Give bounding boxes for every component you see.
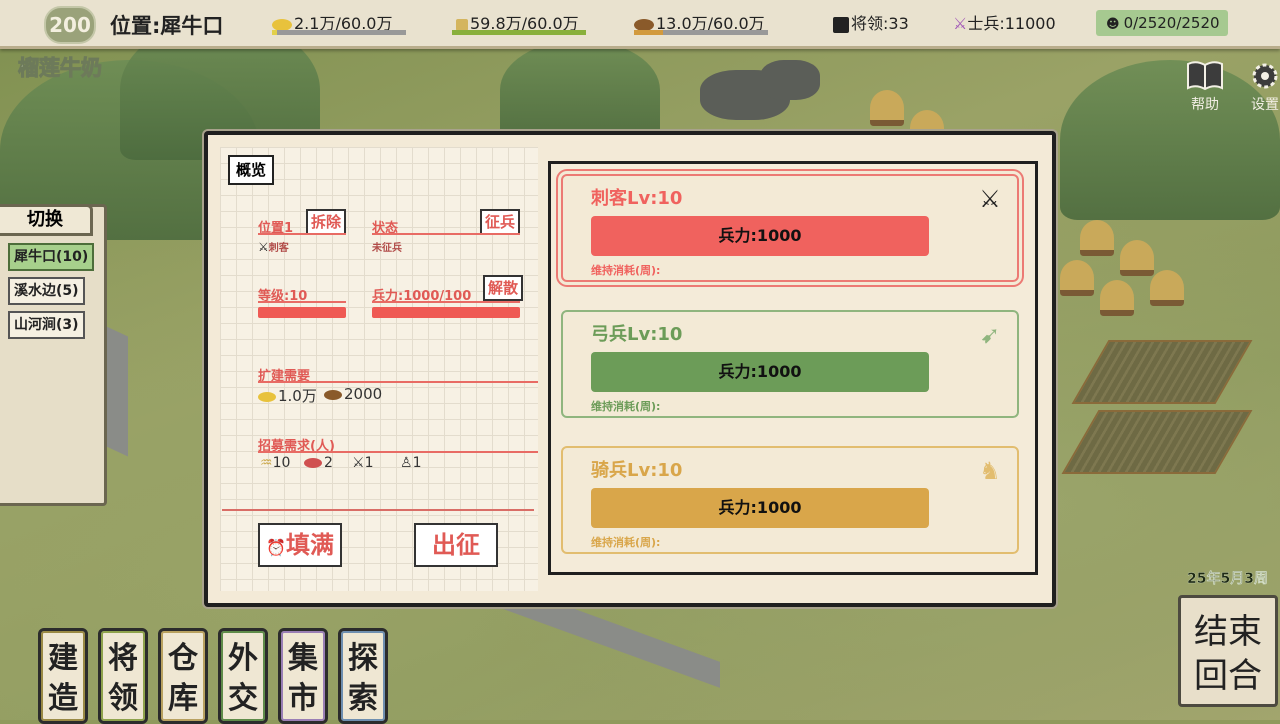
level-progress — [258, 307, 346, 318]
meat-icon — [324, 389, 342, 400]
gear-icon — [1246, 60, 1280, 92]
general-icon — [833, 16, 849, 33]
resource-bar: 200 位置:犀牛口 2.1万/60.0万 59.8万/60.0万 13.0万/… — [0, 0, 1280, 49]
meat-icon — [634, 18, 654, 31]
req-food: ♒10 — [260, 455, 291, 471]
status-value: 未征兵 — [372, 243, 402, 254]
unit-troops-bar[interactable]: 兵力:1000 — [591, 216, 929, 256]
bow-icon: ➹ — [979, 321, 1001, 349]
player-name: 榴莲牛奶 — [18, 56, 103, 81]
wheat-icon — [456, 18, 468, 31]
population-icon: ☻ — [1106, 17, 1120, 32]
gold-coin-icon — [258, 391, 276, 402]
unit-troops-bar[interactable]: 兵力:1000 — [591, 488, 929, 528]
population-text: 0/2520/2520 — [1123, 14, 1220, 32]
req-person: ♙1 — [400, 455, 422, 471]
divider — [372, 301, 520, 303]
divider — [258, 451, 538, 453]
level-badge: 200 — [44, 6, 96, 44]
build-button[interactable]: 建 造 — [38, 628, 88, 724]
gold-coin-icon — [272, 18, 292, 31]
sword-icon: ⚔ — [352, 455, 365, 471]
settings-label: 设置 — [1251, 97, 1279, 113]
req-weapon: ⚔1 — [352, 455, 374, 471]
market-button[interactable]: 集 市 — [278, 628, 328, 724]
fill-button[interactable]: ⏰填满 — [258, 523, 342, 567]
divider — [222, 509, 534, 511]
soldiers-count: ⚔士兵:11000 — [953, 10, 1056, 34]
wheat-icon: ♒ — [260, 455, 273, 471]
explore-button[interactable]: 探 索 — [338, 628, 388, 724]
clock-icon: ⏰ — [266, 538, 286, 557]
help-label: 帮助 — [1191, 97, 1219, 113]
unit-upkeep: 维持消耗(周): — [591, 400, 661, 413]
sword-icon: ⚔ — [953, 14, 968, 33]
tab-overview[interactable]: 概览 — [228, 155, 275, 185]
end-turn-button[interactable]: 结束 回合 — [1178, 595, 1278, 707]
position-unit: ⚔刺客 — [258, 240, 289, 254]
expand-cost-wood: 2000 — [324, 385, 382, 403]
settings-button[interactable]: 设置 — [1242, 60, 1280, 114]
disband-button[interactable]: 解散 — [483, 275, 524, 301]
wood-progress — [634, 30, 768, 35]
unit-name: 弓兵Lv:10 — [591, 324, 683, 345]
unit-name: 刺客Lv:10 — [591, 188, 683, 209]
generals-button[interactable]: 将 领 — [98, 628, 148, 724]
gold-progress — [272, 30, 406, 35]
book-icon — [1186, 60, 1224, 92]
game-date: 25年5月3周 — [1187, 571, 1268, 587]
unit-troops-bar[interactable]: 兵力:1000 — [591, 352, 929, 392]
food-progress — [452, 30, 586, 35]
unit-upkeep: 维持消耗(周): — [591, 264, 661, 277]
divider — [372, 233, 520, 235]
diplomacy-button[interactable]: 外 交 — [218, 628, 268, 724]
remove-button[interactable]: 拆除 — [306, 209, 347, 235]
divider — [258, 381, 538, 383]
unit-name: 骑兵Lv:10 — [591, 460, 683, 481]
meat-icon — [304, 458, 322, 468]
expand-cost-gold: 1.0万 — [258, 385, 317, 406]
unit-card-archer[interactable]: 弓兵Lv:10 ➹ 兵力:1000 维持消耗(周): — [561, 310, 1019, 418]
warehouse-button[interactable]: 仓 库 — [158, 628, 208, 724]
person-icon: ♙ — [400, 455, 413, 471]
req-meat: 2 — [304, 455, 333, 471]
location-label: 位置:犀牛口 — [110, 14, 224, 38]
divider — [258, 301, 346, 303]
generals-count: 将领:33 — [833, 10, 909, 34]
unit-list: 刺客Lv:10 ⚔ 兵力:1000 维持消耗(周): 弓兵Lv:10 ➹ 兵力:… — [548, 161, 1038, 575]
assassin-small-icon: ⚔ — [258, 240, 269, 254]
march-button[interactable]: 出征 — [414, 523, 498, 567]
recruit-button[interactable]: 征兵 — [480, 209, 521, 235]
divider — [258, 233, 346, 235]
location-button-xiniukou[interactable]: 犀牛口(10) — [8, 243, 95, 271]
horse-icon: ♞ — [979, 457, 1001, 485]
barracks-dialog: 概览 位置1 拆除 ⚔刺客 状态 征兵 未征兵 等级:10 兵力:1000/10… — [204, 131, 1056, 607]
generals-text: 将领:33 — [851, 14, 909, 33]
assassin-icon: ⚔ — [979, 185, 1001, 213]
troops-progress — [372, 307, 520, 318]
overview-pane: 概览 位置1 拆除 ⚔刺客 状态 征兵 未征兵 等级:10 兵力:1000/10… — [220, 147, 538, 591]
soldiers-text: 士兵:11000 — [967, 14, 1056, 33]
location-button-xishuibian[interactable]: 溪水边(5) — [8, 277, 85, 305]
unit-card-assassin[interactable]: 刺客Lv:10 ⚔ 兵力:1000 维持消耗(周): — [561, 174, 1019, 282]
population-counter: ☻ 0/2520/2520 — [1096, 10, 1228, 36]
switch-title: 切换 — [0, 204, 93, 236]
help-button[interactable]: 帮助 — [1182, 60, 1228, 114]
location-button-shanhejian[interactable]: 山河涧(3) — [8, 311, 85, 339]
unit-card-cavalry[interactable]: 骑兵Lv:10 ♞ 兵力:1000 维持消耗(周): — [561, 446, 1019, 554]
unit-upkeep: 维持消耗(周): — [591, 536, 661, 549]
